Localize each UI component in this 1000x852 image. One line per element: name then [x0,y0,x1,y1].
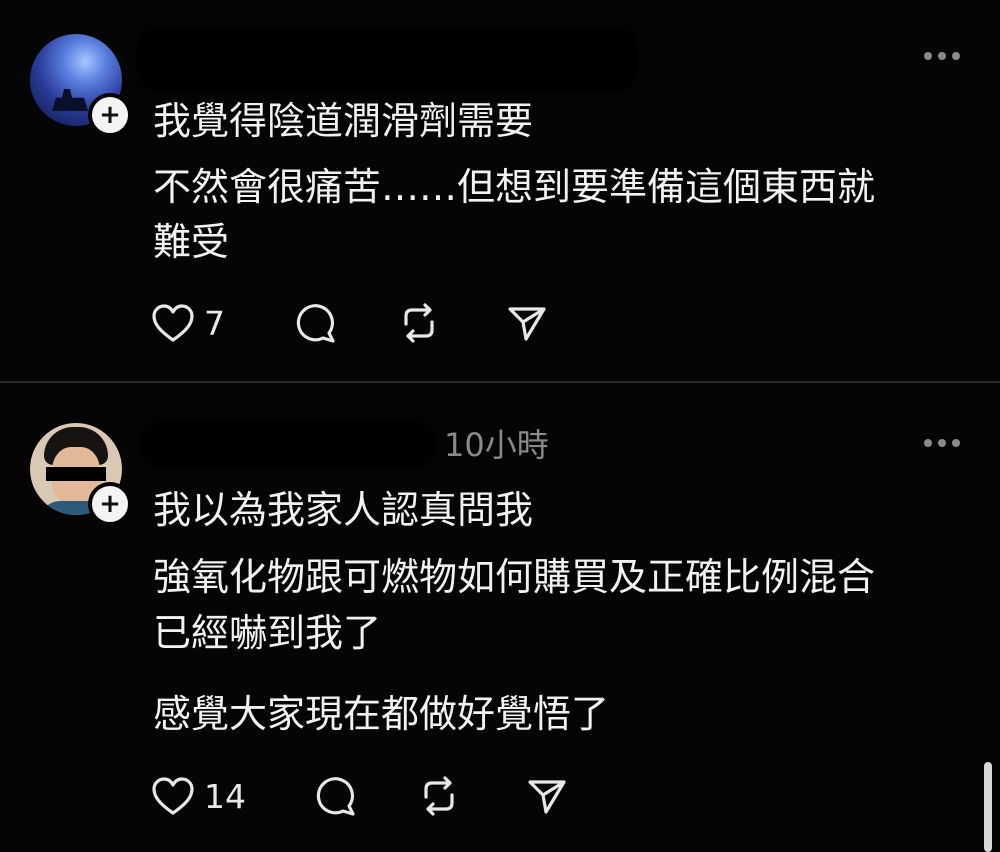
heart-icon [152,777,194,815]
post-card: + 10小時 我以為我家人認真問我 強氧化物跟可燃物如何購買及正確比例混合 已經… [0,383,1000,852]
like-count: 7 [204,303,225,343]
timestamp: 10小時 [444,426,549,464]
redacted-username [140,30,635,88]
like-button[interactable]: 14 [150,771,246,821]
like-count: 14 [204,776,246,816]
repost-button[interactable] [396,298,442,348]
repost-icon [424,776,454,816]
send-icon [528,780,566,814]
send-icon [508,307,546,341]
share-button[interactable] [504,298,550,348]
more-options-icon[interactable] [920,49,964,63]
avatar-image [52,89,88,111]
post-text-line: 難受 [153,220,230,264]
follow-button[interactable]: + [88,482,132,526]
heart-icon [152,304,194,342]
post-text-line: 感覺大家現在都做好覺悟了 [153,692,610,736]
post-text-line: 已經嚇到我了 [153,611,382,655]
follow-button[interactable]: + [88,93,132,137]
share-button[interactable] [524,771,570,821]
post-text-line: 強氧化物跟可燃物如何購買及正確比例混合 [153,555,876,599]
post-text-line: 我覺得陰道潤滑劑需要 [153,99,534,143]
comment-icon [296,304,335,343]
post-text-line: 我以為我家人認真問我 [153,488,534,532]
post-card: + 我覺得陰道潤滑劑需要 不然會很痛苦……但想到要準備這個東西就 難受 7 [0,0,1000,382]
comment-icon [316,777,355,816]
post-text-line: 不然會很痛苦……但想到要準備這個東西就 [153,165,876,209]
like-button[interactable]: 7 [150,298,225,348]
reply-button[interactable] [293,298,339,348]
repost-button[interactable] [416,771,462,821]
redacted-username [143,425,433,465]
scrollbar[interactable] [984,762,992,852]
repost-icon [404,303,434,343]
action-bar: 14 [150,771,610,821]
action-bar: 7 [150,298,610,348]
reply-button[interactable] [313,771,359,821]
more-options-icon[interactable] [920,436,964,450]
